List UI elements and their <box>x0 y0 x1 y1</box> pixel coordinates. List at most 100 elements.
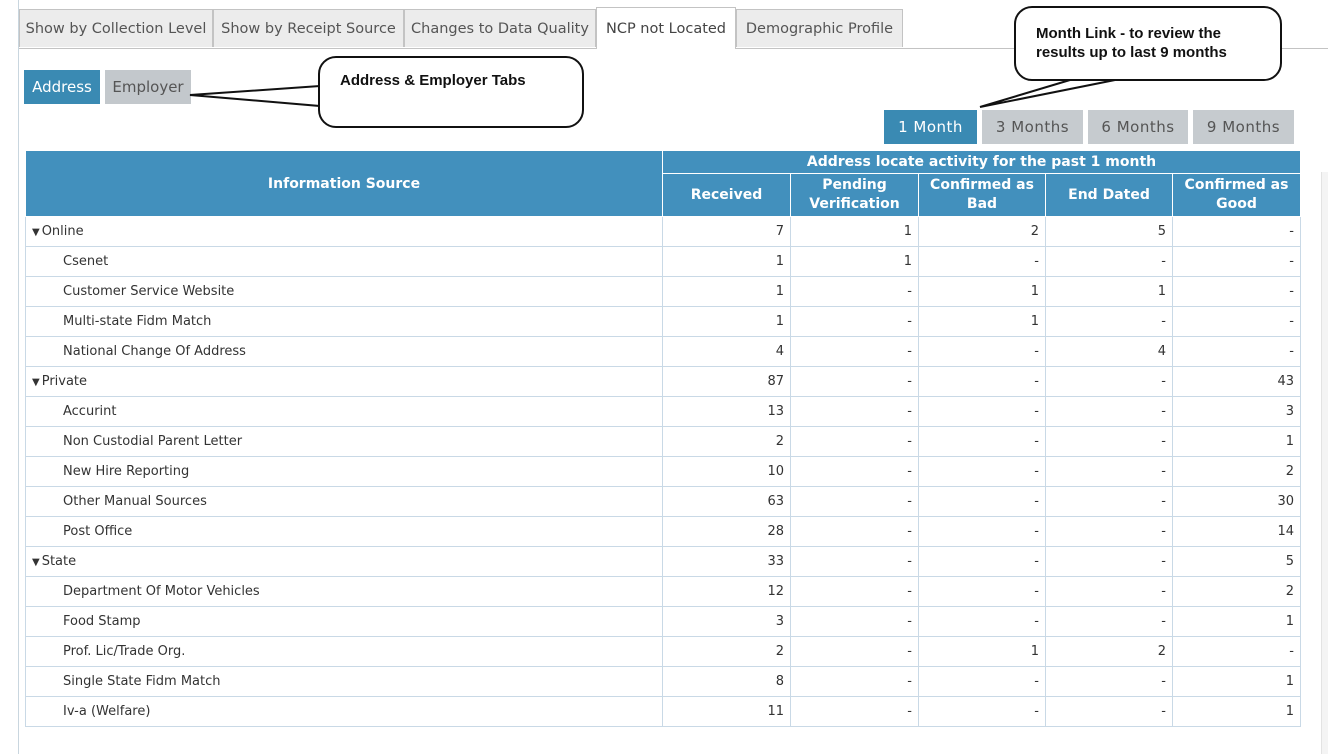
value-cell-good: - <box>1172 216 1301 247</box>
value-cell-bad: - <box>918 426 1046 457</box>
value-cell-end-dated: - <box>1045 576 1173 607</box>
source-label: Other Manual Sources <box>63 494 207 509</box>
source-cell: Csenet <box>25 246 663 277</box>
value-cell-pending: - <box>790 486 919 517</box>
table-group-row[interactable]: ▼ State 33- - -5 <box>25 546 1301 577</box>
value-cell-pending: - <box>790 636 919 667</box>
value-cell-pending: - <box>790 396 919 427</box>
value-cell-bad: - <box>918 606 1046 637</box>
value-cell-end-dated: - <box>1045 366 1173 397</box>
col-information-source: Information Source <box>25 150 663 217</box>
value-cell-good: 1 <box>1172 696 1301 727</box>
value-cell-received: 2 <box>662 636 791 667</box>
value-cell-pending: - <box>790 666 919 697</box>
source-label: New Hire Reporting <box>63 464 190 479</box>
col-confirmed-bad: Confirmed as Bad <box>918 173 1046 217</box>
value-cell-end-dated: - <box>1045 516 1173 547</box>
value-cell-bad: - <box>918 576 1046 607</box>
callout-text-line2: results up to last 9 months <box>1036 44 1227 61</box>
value-cell-received: 10 <box>662 456 791 487</box>
table-group-row[interactable]: ▼ Private 87- - -43 <box>25 366 1301 397</box>
table-row: Single State Fidm Match 8- - -1 <box>25 666 1301 697</box>
source-cell: ▼ Online <box>25 216 663 247</box>
value-cell-end-dated: - <box>1045 426 1173 457</box>
value-cell-good: - <box>1172 306 1301 337</box>
value-cell-good: 43 <box>1172 366 1301 397</box>
value-cell-bad: 2 <box>918 216 1046 247</box>
value-cell-pending: - <box>790 366 919 397</box>
col-good-line2: Good <box>1216 196 1257 212</box>
source-label: Accurint <box>63 404 117 419</box>
source-cell: Department Of Motor Vehicles <box>25 576 663 607</box>
col-pending-line2: Verification <box>809 196 900 212</box>
value-cell-received: 63 <box>662 486 791 517</box>
table-row: Iv-a (Welfare) 11- - -1 <box>25 696 1301 727</box>
value-cell-good: 1 <box>1172 426 1301 457</box>
source-label: State <box>41 554 77 569</box>
source-cell: Food Stamp <box>25 606 663 637</box>
source-cell: Prof. Lic/Trade Org. <box>25 636 663 667</box>
table-row: Food Stamp 3- - -1 <box>25 606 1301 637</box>
group-header-address-activity: Address locate activity for the past 1 m… <box>662 150 1301 174</box>
table-row: National Change Of Address 4- -4- <box>25 336 1301 367</box>
value-cell-received: 2 <box>662 426 791 457</box>
table-row: Non Custodial Parent Letter 2- - -1 <box>25 426 1301 457</box>
caret-down-icon[interactable]: ▼ <box>32 227 40 238</box>
source-cell: National Change Of Address <box>25 336 663 367</box>
address-locate-table: Information Source Address locate activi… <box>25 150 1301 727</box>
col-confirmed-good: Confirmed as Good <box>1172 173 1301 217</box>
source-label: Food Stamp <box>63 614 141 629</box>
source-cell: New Hire Reporting <box>25 456 663 487</box>
value-cell-pending: - <box>790 426 919 457</box>
source-cell: Post Office <box>25 516 663 547</box>
source-cell: ▼ State <box>25 546 663 577</box>
value-cell-end-dated: - <box>1045 246 1173 277</box>
source-label: Online <box>41 224 84 239</box>
source-label: Customer Service Website <box>63 284 235 299</box>
value-cell-bad: - <box>918 456 1046 487</box>
value-cell-good: - <box>1172 276 1301 307</box>
value-cell-end-dated: - <box>1045 486 1173 517</box>
source-label: Prof. Lic/Trade Org. <box>63 644 186 659</box>
value-cell-received: 33 <box>662 546 791 577</box>
source-label: Non Custodial Parent Letter <box>63 434 243 449</box>
value-cell-received: 13 <box>662 396 791 427</box>
source-label: National Change Of Address <box>63 344 246 359</box>
value-cell-received: 1 <box>662 276 791 307</box>
value-cell-good: 14 <box>1172 516 1301 547</box>
value-cell-end-dated: - <box>1045 546 1173 577</box>
table-body: ▼ Online 7 1 2 5- Csenet 1 1- - - Customer Service … <box>25 216 1301 727</box>
source-cell: Other Manual Sources <box>25 486 663 517</box>
value-cell-received: 7 <box>662 216 791 247</box>
value-cell-received: 28 <box>662 516 791 547</box>
col-pending-line1: Pending <box>822 177 887 193</box>
table-row: Department Of Motor Vehicles 12- - -2 <box>25 576 1301 607</box>
caret-down-icon[interactable]: ▼ <box>32 377 40 388</box>
value-cell-good: 5 <box>1172 546 1301 577</box>
value-cell-bad: - <box>918 336 1046 367</box>
vertical-scrollbar[interactable] <box>1321 172 1328 754</box>
value-cell-bad: - <box>918 486 1046 517</box>
source-label: Post Office <box>63 524 133 539</box>
caret-down-icon[interactable]: ▼ <box>32 557 40 568</box>
value-cell-good: 1 <box>1172 606 1301 637</box>
value-cell-good: 1 <box>1172 666 1301 697</box>
value-cell-good: - <box>1172 246 1301 277</box>
value-cell-pending: - <box>790 696 919 727</box>
value-cell-end-dated: 4 <box>1045 336 1173 367</box>
source-cell: Single State Fidm Match <box>25 666 663 697</box>
value-cell-end-dated: 2 <box>1045 636 1173 667</box>
source-label: Csenet <box>63 254 109 269</box>
source-cell: Non Custodial Parent Letter <box>25 426 663 457</box>
source-label: Multi-state Fidm Match <box>63 314 212 329</box>
callout-text: Address & Employer Tabs <box>340 72 526 89</box>
value-cell-good: 30 <box>1172 486 1301 517</box>
source-label: Department Of Motor Vehicles <box>63 584 260 599</box>
value-cell-pending: 1 <box>790 216 919 247</box>
value-cell-bad: - <box>918 516 1046 547</box>
value-cell-bad: - <box>918 546 1046 577</box>
source-label: Private <box>41 374 88 389</box>
source-cell: Multi-state Fidm Match <box>25 306 663 337</box>
table-group-row[interactable]: ▼ Online 7 1 2 5- <box>25 216 1301 247</box>
value-cell-received: 4 <box>662 336 791 367</box>
